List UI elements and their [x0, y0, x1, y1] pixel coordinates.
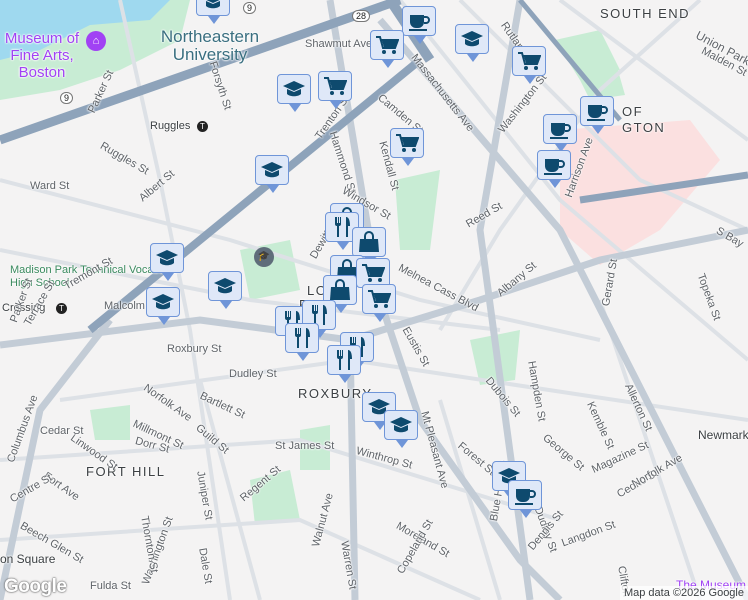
grocery-icon [518, 52, 541, 70]
transit-icon: T [56, 303, 67, 314]
school-icon [283, 81, 305, 97]
poi-museum-of-fine-arts[interactable]: Museum of Fine Arts, Boston [0, 30, 84, 81]
cafe-icon [587, 105, 608, 121]
route-shield: 9 [60, 92, 74, 104]
restaurant-icon [295, 328, 310, 348]
street-label: Cedar St [40, 425, 84, 437]
poi-northeastern-university[interactable]: Northeastern University [155, 28, 265, 64]
marker-grocery[interactable] [318, 71, 352, 109]
marker-school[interactable] [196, 0, 230, 24]
marker-shopping[interactable] [352, 227, 386, 265]
poi-newmarket[interactable]: Newmarket [698, 428, 748, 442]
school-icon [261, 162, 283, 178]
neighborhood-south-end: SOUTH END [600, 6, 691, 21]
marker-cafe[interactable] [543, 114, 577, 152]
school-icon [156, 250, 178, 266]
school-icon: 🎓 [254, 247, 274, 267]
marker-school[interactable] [150, 243, 184, 281]
school-icon [214, 278, 236, 294]
marker-cafe[interactable] [580, 96, 614, 134]
marker-school[interactable] [146, 287, 180, 325]
transit-icon: T [197, 121, 208, 132]
street-label: Fulda St [90, 580, 131, 592]
cafe-icon [550, 123, 571, 139]
grocery-icon [376, 36, 399, 54]
google-logo: Google [4, 576, 67, 597]
marker-grocery[interactable] [370, 30, 404, 68]
street-label: St James St [275, 440, 335, 452]
street-label: Shawmut Ave [305, 38, 373, 50]
marker-cafe[interactable] [508, 480, 542, 518]
restaurant-icon [335, 217, 350, 237]
route-shield: 9 [243, 2, 257, 14]
grocery-icon [368, 290, 391, 308]
marker-school[interactable] [208, 271, 242, 309]
marker-school[interactable] [455, 24, 489, 62]
grocery-icon [324, 77, 347, 95]
street-label: Ward St [30, 180, 70, 192]
marker-grocery[interactable] [390, 128, 424, 166]
marker-school[interactable] [384, 410, 418, 448]
cafe-icon [544, 159, 565, 175]
marker-cafe[interactable] [537, 150, 571, 188]
school-icon [461, 31, 483, 47]
marker-grocery[interactable] [512, 46, 546, 84]
shopping-icon [330, 279, 350, 300]
street-label: Roxbury St [167, 343, 222, 355]
poi-boston-medical[interactable]: OF GTON [622, 104, 664, 136]
school-icon [390, 417, 412, 433]
neighborhood-fort-hill: FORT HILL [86, 464, 166, 479]
marker-school[interactable] [255, 155, 289, 193]
museum-icon[interactable]: ⌂ [86, 31, 106, 51]
marker-school[interactable] [277, 74, 311, 112]
grocery-icon [396, 134, 419, 152]
poi-ruggles-station[interactable]: Ruggles [150, 120, 190, 132]
marker-cafe[interactable] [402, 6, 436, 44]
cafe-icon [409, 15, 430, 31]
shopping-icon [359, 231, 379, 252]
street-label: Dudley St [229, 368, 277, 380]
map-attribution[interactable]: Map data ©2026 Google [619, 586, 748, 600]
marker-restaurant[interactable] [285, 323, 319, 361]
marker-grocery[interactable] [362, 284, 396, 322]
school-icon [206, 0, 220, 9]
poi-dudley-square[interactable]: on Square [0, 552, 55, 566]
school-icon [152, 294, 174, 310]
cafe-icon [515, 489, 536, 505]
restaurant-icon [337, 350, 352, 370]
grocery-icon [362, 264, 385, 282]
marker-restaurant[interactable] [327, 345, 361, 383]
route-shield: 28 [352, 10, 371, 22]
